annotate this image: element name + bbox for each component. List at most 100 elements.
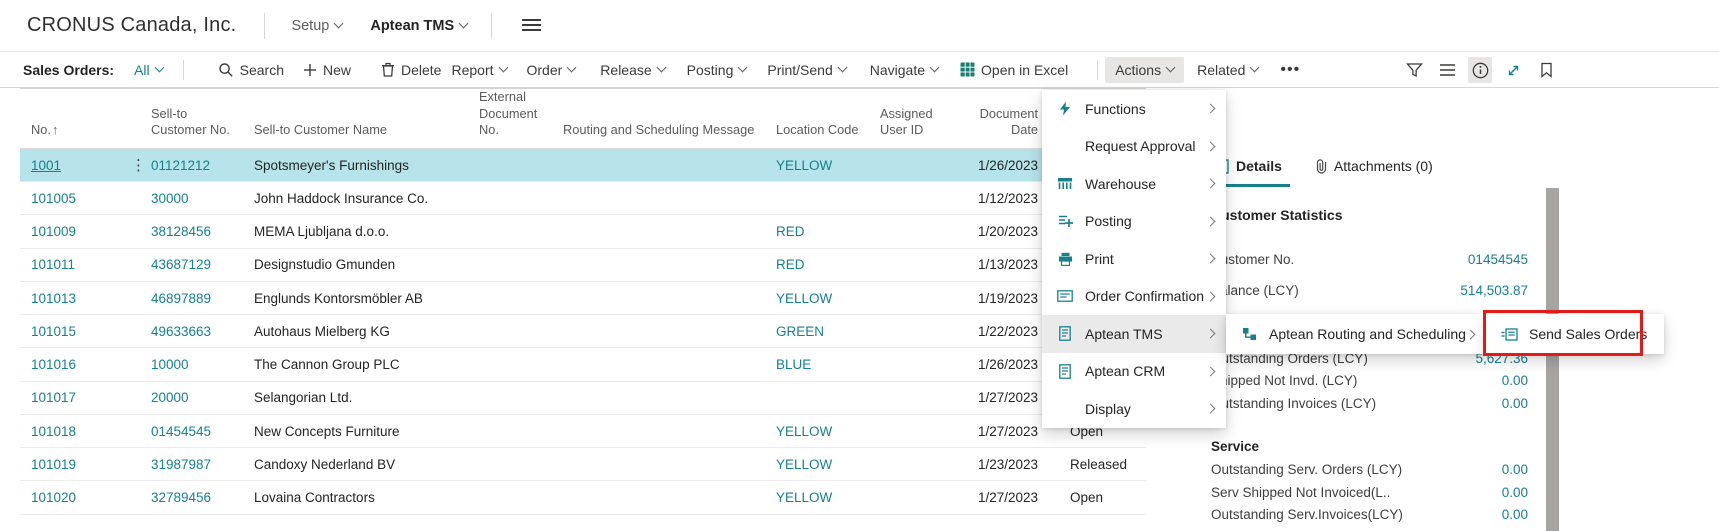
menu-item-print[interactable]: Print xyxy=(1042,240,1226,278)
info-details-pane-icon[interactable] xyxy=(1468,57,1492,83)
col-header-routing-msg[interactable]: Routing and Scheduling Message xyxy=(552,89,765,149)
customer-no-link[interactable]: 49633663 xyxy=(151,324,211,339)
outstanding-serv-invoices-value[interactable]: 0.00 xyxy=(1502,505,1528,525)
col-header-location[interactable]: Location Code xyxy=(765,89,869,149)
location-code-link[interactable]: RED xyxy=(776,257,805,272)
order-no-link[interactable]: 101018 xyxy=(31,424,76,439)
order-no-link[interactable]: 101019 xyxy=(31,457,76,472)
chevron-right-icon xyxy=(1206,179,1216,189)
outstanding-invoices-value[interactable]: 0.00 xyxy=(1502,394,1528,414)
order-no-link[interactable]: 101020 xyxy=(31,490,76,505)
menu-item-request-approval[interactable]: Request Approval xyxy=(1042,128,1226,166)
chevron-right-icon xyxy=(1206,254,1216,264)
table-row[interactable]: 101019 31987987 Candoxy Nederland BV YEL… xyxy=(20,448,1146,481)
new-button[interactable]: New xyxy=(303,62,351,78)
menu-release[interactable]: Release xyxy=(600,62,664,78)
actions-dropdown-menu: Functions Request Approval Warehouse Pos… xyxy=(1042,90,1226,428)
outstanding-serv-orders-value[interactable]: 0.00 xyxy=(1502,460,1528,480)
customer-no-link[interactable]: 01121212 xyxy=(151,158,210,173)
customer-no-link[interactable]: 20000 xyxy=(151,390,189,405)
filter-icon[interactable] xyxy=(1402,57,1426,83)
customer-no-link[interactable]: 38128456 xyxy=(151,224,211,239)
menu-item-warehouse[interactable]: Warehouse xyxy=(1042,165,1226,203)
customer-no-link[interactable]: 32789456 xyxy=(151,490,211,505)
factbox-scrollbar[interactable] xyxy=(1546,188,1559,531)
table-row[interactable]: 101005 30000 John Haddock Insurance Co. … xyxy=(20,182,1146,215)
location-code-link[interactable]: YELLOW xyxy=(776,457,832,472)
menu-posting[interactable]: Posting xyxy=(687,62,747,78)
menu-item-order-confirmation[interactable]: Order Confirmation xyxy=(1042,278,1226,316)
delete-button[interactable]: Delete xyxy=(381,62,441,78)
location-code-link[interactable]: BLUE xyxy=(776,357,811,372)
table-row[interactable]: 101011 43687129 Designstudio Gmunden RED… xyxy=(20,248,1146,281)
details-factbox: Details Attachments (0) Customer Statist… xyxy=(1190,88,1572,531)
menu-print-send[interactable]: Print/Send xyxy=(767,62,845,78)
menu-item-aptean-crm[interactable]: Aptean CRM xyxy=(1042,353,1226,391)
customer-no-link[interactable]: 46897889 xyxy=(151,291,211,306)
more-options-icon[interactable]: ••• xyxy=(1280,61,1300,79)
menu-item-send-sales-orders[interactable]: Send Sales Orders xyxy=(1486,314,1664,354)
view-filter-all[interactable]: All xyxy=(134,62,163,78)
col-header-no[interactable]: No. ↑ xyxy=(20,89,120,149)
location-code-link[interactable]: GREEN xyxy=(776,324,824,339)
location-code-link[interactable]: YELLOW xyxy=(776,158,832,173)
col-header-sell-to-name[interactable]: Sell-to Customer Name xyxy=(243,89,468,149)
table-row[interactable]: 101015 49633663 Autohaus Mielberg KG GRE… xyxy=(20,315,1146,348)
show-list-icon[interactable] xyxy=(1435,57,1459,83)
balance-value[interactable]: 514,503.87 xyxy=(1460,281,1528,301)
menu-order[interactable]: Order xyxy=(527,62,576,78)
customer-no-link[interactable]: 10000 xyxy=(151,357,189,372)
menu-item-display[interactable]: Display xyxy=(1042,390,1226,428)
col-header-ext-doc[interactable]: External Document No. xyxy=(468,89,552,149)
related-menu-button[interactable]: Related xyxy=(1197,62,1258,78)
order-no-link[interactable]: 101017 xyxy=(31,390,76,405)
location-code-link[interactable]: RED xyxy=(776,224,805,239)
col-header-assigned[interactable]: Assigned User ID xyxy=(869,89,956,149)
col-header-sell-to-no[interactable]: Sell-to Customer No. xyxy=(140,89,243,149)
tab-attachments[interactable]: Attachments (0) xyxy=(1316,158,1433,174)
customer-no-link[interactable]: 31987987 xyxy=(151,457,211,472)
location-code-link[interactable]: YELLOW xyxy=(776,490,832,505)
menu-item-posting[interactable]: Posting xyxy=(1042,203,1226,241)
nav-setup[interactable]: Setup xyxy=(291,18,342,34)
row-menu-icon[interactable]: ⋮ xyxy=(131,157,140,174)
order-no-link[interactable]: 101005 xyxy=(31,191,76,206)
factbox-heading: Customer Statistics xyxy=(1211,205,1528,225)
customer-name-cell: Autohaus Mielberg KG xyxy=(243,315,468,348)
menu-navigate[interactable]: Navigate xyxy=(870,62,938,78)
menu-report[interactable]: Report xyxy=(451,62,506,78)
order-no-link[interactable]: 101013 xyxy=(31,291,76,306)
nav-aptean-tms[interactable]: Aptean TMS xyxy=(370,18,467,34)
order-no-link[interactable]: 101011 xyxy=(31,257,75,272)
menu-item-functions[interactable]: Functions xyxy=(1042,90,1226,128)
expand-icon[interactable] xyxy=(1501,57,1525,83)
customer-no-link[interactable]: 01454545 xyxy=(151,424,211,439)
customer-no-link[interactable]: 30000 xyxy=(151,191,189,206)
table-row[interactable]: 101018 01454545 New Concepts Furniture Y… xyxy=(20,414,1146,447)
chevron-down-icon xyxy=(837,63,847,73)
customer-no-value[interactable]: 01454545 xyxy=(1468,250,1528,270)
table-row[interactable]: 101009 38128456 MEMA Ljubljana d.o.o. RE… xyxy=(20,215,1146,248)
actions-menu-button[interactable]: Actions xyxy=(1105,57,1184,83)
table-row[interactable]: 1001 ⋮ 01121212 Spotsmeyer's Furnishings… xyxy=(20,148,1146,181)
search-button[interactable]: Search xyxy=(218,62,284,78)
bookmark-icon[interactable] xyxy=(1534,57,1558,83)
table-row[interactable]: 101013 46897889 Englunds Kontorsmöbler A… xyxy=(20,281,1146,314)
order-no-link[interactable]: 101009 xyxy=(31,224,76,239)
menu-item-aptean-tms[interactable]: Aptean TMS xyxy=(1042,315,1226,353)
menu-item-aptean-routing-and-scheduling[interactable]: Aptean Routing and Scheduling xyxy=(1226,314,1486,354)
table-row[interactable]: 101020 32789456 Lovaina Contractors YELL… xyxy=(20,481,1146,514)
order-no-link[interactable]: 101016 xyxy=(31,357,76,372)
location-code-link[interactable]: YELLOW xyxy=(776,291,832,306)
open-in-excel-button[interactable]: Open in Excel xyxy=(960,62,1068,78)
order-no-link[interactable]: 1001 xyxy=(31,158,61,173)
customer-no-link[interactable]: 43687129 xyxy=(151,257,211,272)
location-code-link[interactable]: YELLOW xyxy=(776,424,832,439)
table-row[interactable]: 101016 10000 The Cannon Group PLC BLUE 1… xyxy=(20,348,1146,381)
shipped-not-invd-value[interactable]: 0.00 xyxy=(1502,371,1528,391)
col-header-doc-date[interactable]: Document Date xyxy=(956,89,1046,149)
hamburger-menu-icon[interactable] xyxy=(522,19,541,32)
table-row[interactable]: 101017 20000 Selangorian Ltd. 1/27/2023 xyxy=(20,381,1146,414)
serv-shipped-not-invoiced-value[interactable]: 0.00 xyxy=(1502,483,1528,503)
order-no-link[interactable]: 101015 xyxy=(31,324,76,339)
